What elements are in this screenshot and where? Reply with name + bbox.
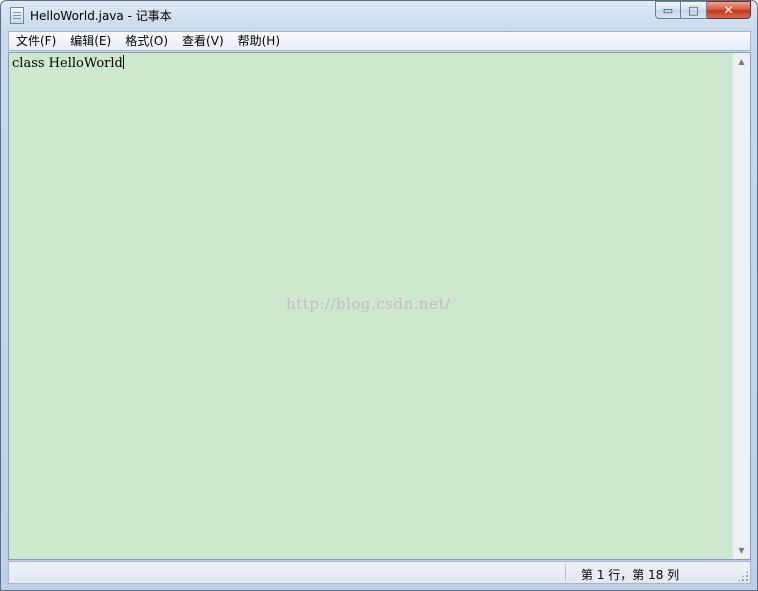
minimize-icon: ▭ xyxy=(662,3,674,17)
arrow-down-icon: ▼ xyxy=(738,546,745,555)
arrow-up-icon: ▲ xyxy=(738,57,745,66)
scroll-up-button[interactable]: ▲ xyxy=(733,53,750,70)
window-title: HelloWorld.java - 记事本 xyxy=(30,9,172,23)
editor-content[interactable]: class HelloWorld xyxy=(12,55,124,71)
text-editor[interactable]: class HelloWorld http://blog.csdn.net/ ▲… xyxy=(8,52,751,560)
notepad-icon[interactable] xyxy=(10,7,24,24)
vertical-scrollbar[interactable]: ▲ ▼ xyxy=(732,53,750,559)
status-bar: 第 1 行，第 18 列 xyxy=(8,561,751,584)
cursor-position: 第 1 行，第 18 列 xyxy=(581,568,680,582)
close-button[interactable]: ✕ xyxy=(707,1,751,19)
menu-view[interactable]: 查看(V) xyxy=(175,32,231,50)
title-bar[interactable]: HelloWorld.java - 记事本 ▭ □ ✕ xyxy=(1,1,757,31)
status-divider xyxy=(565,564,566,581)
editor-text: class HelloWorld xyxy=(12,56,123,71)
caption-buttons: ▭ □ ✕ xyxy=(655,1,751,21)
menu-format[interactable]: 格式(O) xyxy=(118,32,175,50)
minimize-button[interactable]: ▭ xyxy=(655,1,681,19)
maximize-button[interactable]: □ xyxy=(681,1,707,19)
menu-help[interactable]: 帮助(H) xyxy=(231,32,287,50)
menu-edit[interactable]: 编辑(E) xyxy=(63,32,118,50)
menu-file[interactable]: 文件(F) xyxy=(9,32,63,50)
maximize-icon: □ xyxy=(688,3,699,17)
notepad-window: HelloWorld.java - 记事本 ▭ □ ✕ 文件(F) 编辑(E) … xyxy=(0,0,758,591)
scroll-down-button[interactable]: ▼ xyxy=(733,542,750,559)
close-icon: ✕ xyxy=(723,3,734,17)
resize-grip-icon[interactable] xyxy=(737,570,749,582)
text-caret xyxy=(122,55,124,69)
watermark: http://blog.csdn.net/ xyxy=(286,295,451,313)
menu-bar: 文件(F) 编辑(E) 格式(O) 查看(V) 帮助(H) xyxy=(8,31,751,51)
